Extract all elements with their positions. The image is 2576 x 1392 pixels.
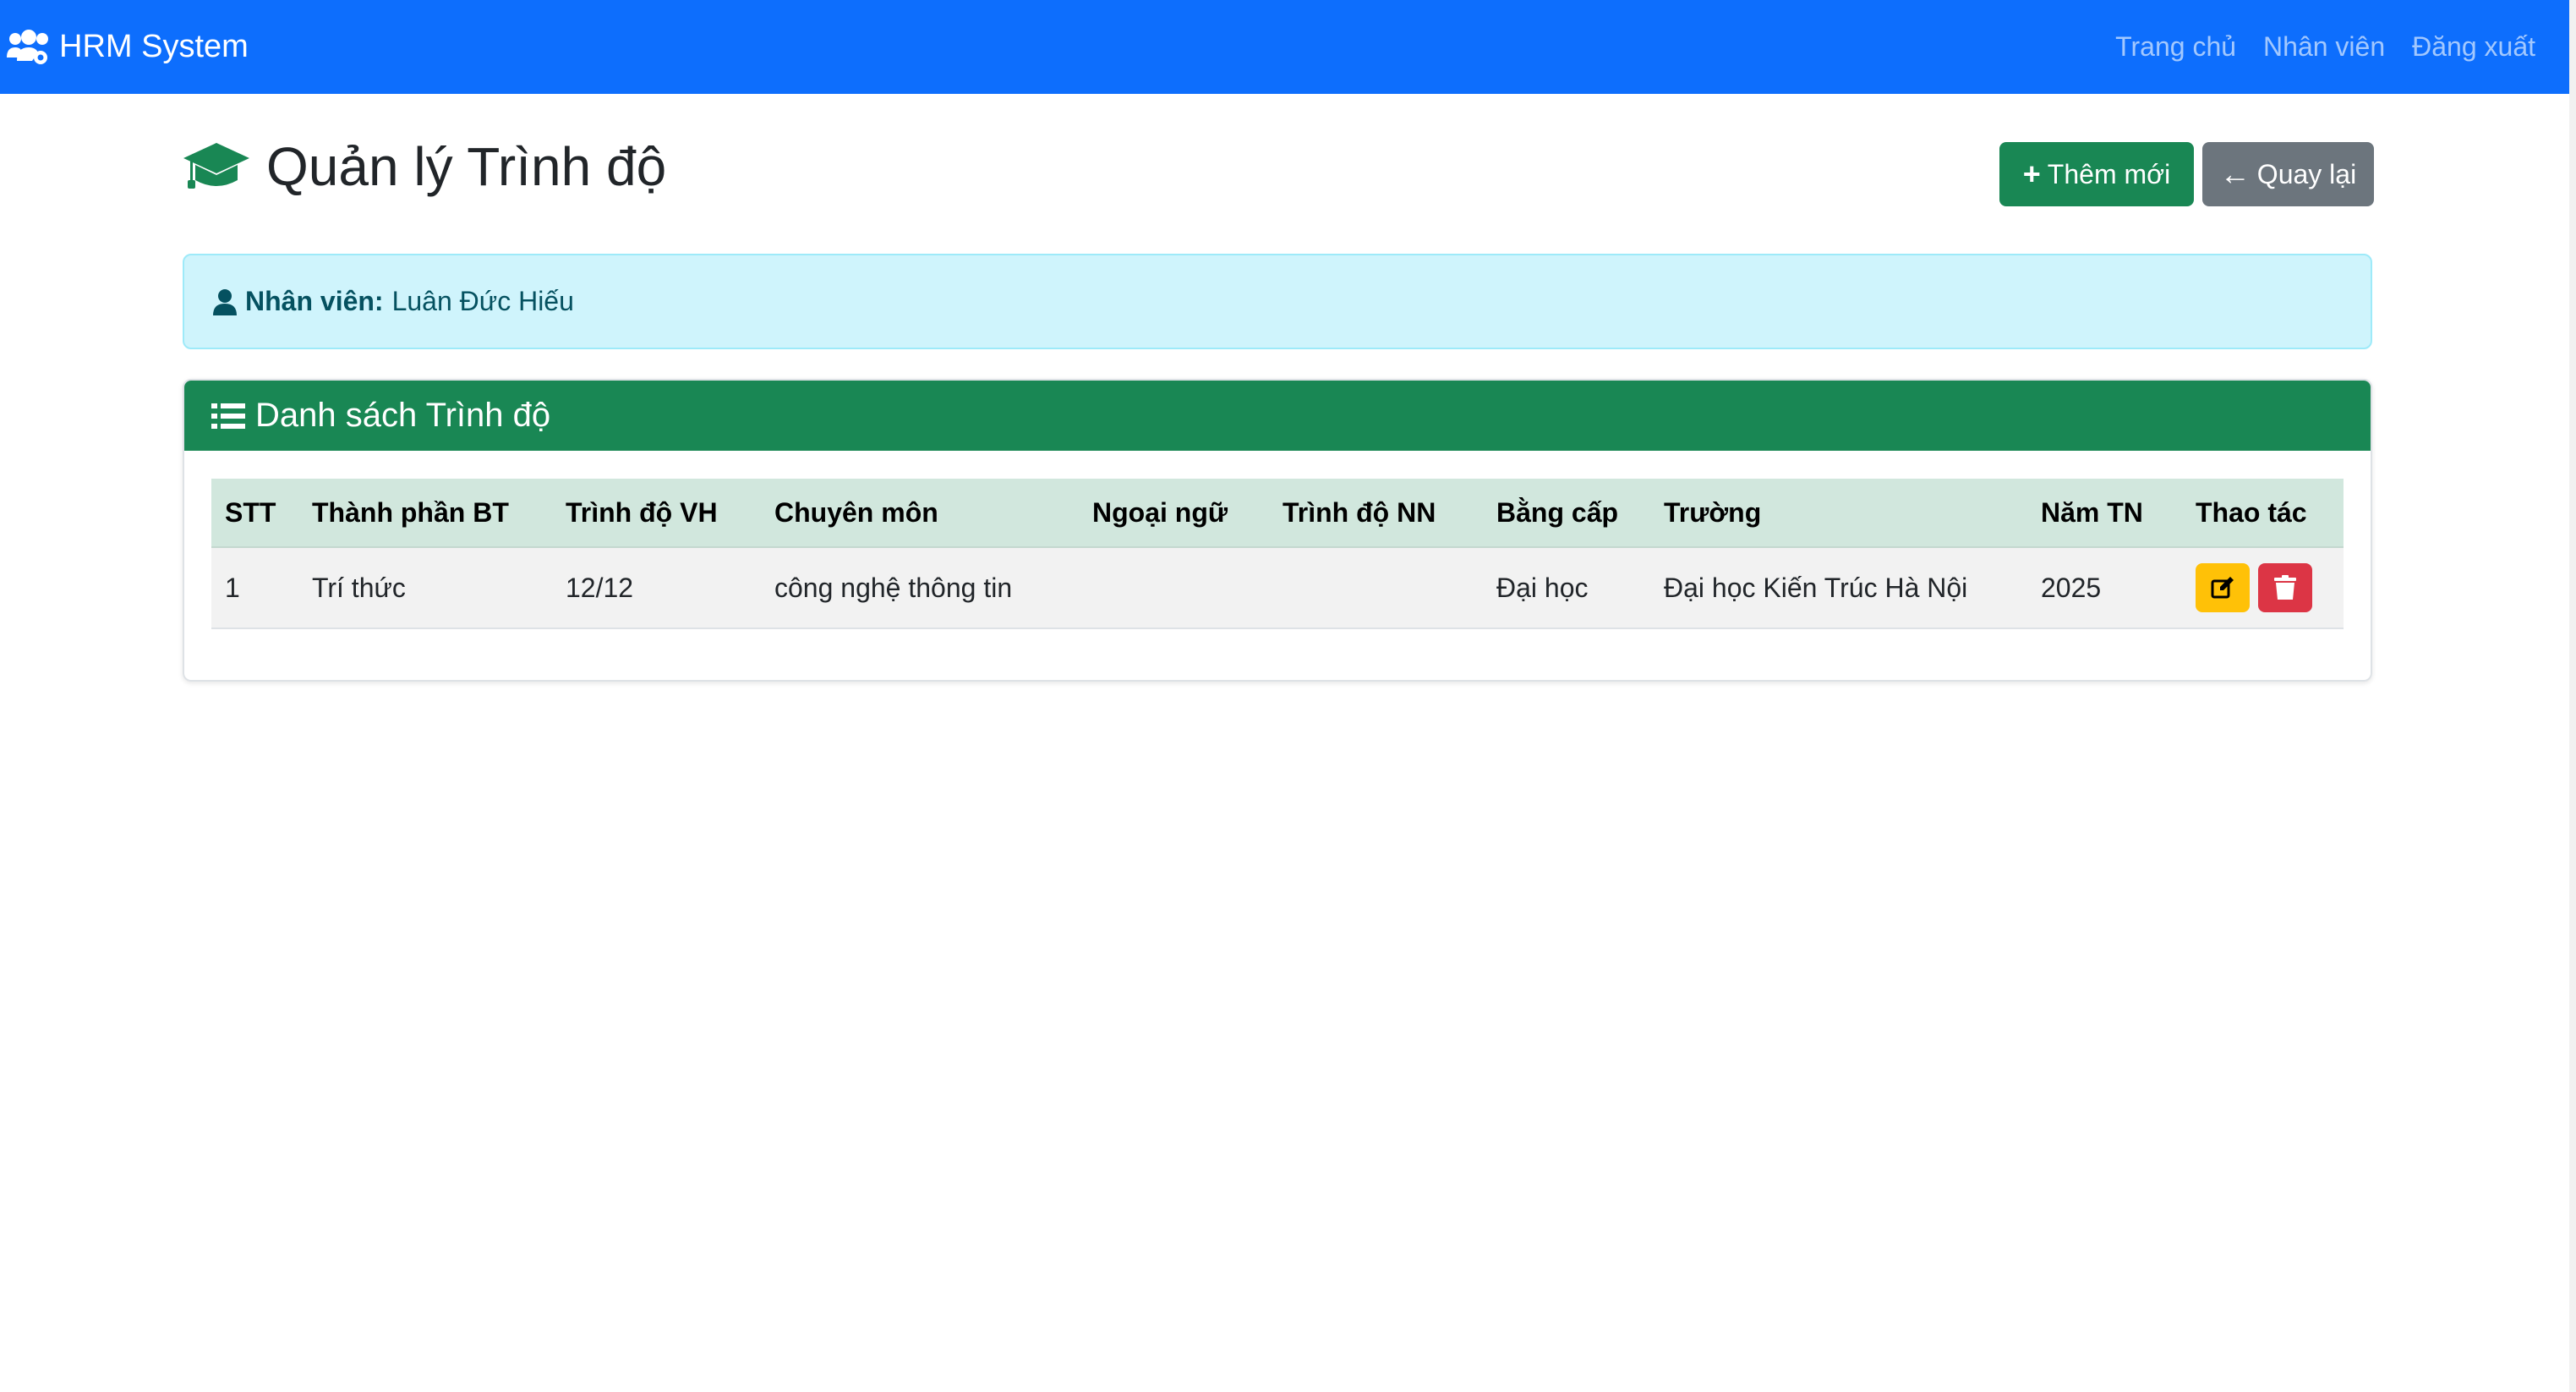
brand-text: HRM System [59,29,249,64]
back-button[interactable]: ← Quay lại [2202,142,2374,206]
cell-truong: Đại học Kiến Trúc Hà Nội [1664,572,1968,603]
employee-name: Luân Đức Hiếu [391,286,574,316]
add-new-label: Thêm mới [2047,158,2171,189]
add-new-button[interactable]: + Thêm mới [1999,142,2194,206]
nav-link-employees[interactable]: Nhân viên [2263,31,2385,63]
col-chuyen-mon: Chuyên môn [774,496,938,528]
users-cog-icon [7,29,48,64]
col-truong: Trường [1664,496,1762,528]
col-nam-tn: Năm TN [2041,496,2143,528]
card-header: Danh sách Trình độ [184,381,2371,451]
cell-nam-tn: 2025 [2041,572,2102,603]
employee-label: Nhân viên: [245,286,384,316]
trash-icon [2274,575,2296,600]
brand-link[interactable]: HRM System [7,0,249,94]
cell-thanh-phan-bt: Trí thức [312,572,406,603]
col-thao-tac: Thao tác [2196,496,2307,528]
col-stt: STT [225,496,276,528]
col-bang-cap: Bằng cấp [1496,496,1619,528]
graduation-cap-icon [183,143,249,189]
edit-icon [2211,577,2234,599]
card-title: Danh sách Trình độ [255,397,551,434]
col-trinh-do-vh: Trình độ VH [566,496,718,528]
qualification-card: Danh sách Trình độ STT Thành phần BT Trì… [183,379,2372,682]
page-header: Quản lý Trình độ [182,135,666,198]
cell-stt: 1 [225,572,240,603]
back-label: Quay lại [2256,158,2357,189]
plus-icon: + [2022,156,2041,191]
arrow-left-icon: ← [2219,156,2251,191]
page-title: Quản lý Trình độ [266,136,667,197]
cell-trinh-do-vh: 12/12 [566,572,634,603]
user-icon [213,288,237,315]
table-row: 1 Trí thức 12/12 công nghệ thông tin Đại… [211,548,2344,629]
nav-links: Trang chủ Nhân viên Đăng xuất [2088,0,2535,94]
scrollbar[interactable] [2569,0,2576,1392]
navbar: HRM System Trang chủ Nhân viên Đăng xuất [0,0,2569,94]
col-thanh-phan-bt: Thành phần BT [312,496,509,528]
cell-bang-cap: Đại học [1496,572,1589,603]
list-icon [211,403,245,429]
edit-button[interactable] [2196,563,2250,612]
employee-info-alert: Nhân viên: Luân Đức Hiếu [183,254,2372,349]
nav-link-logout[interactable]: Đăng xuất [2412,31,2535,63]
col-ngoai-ngu: Ngoại ngữ [1092,496,1228,528]
col-trinh-do-nn: Trình độ NN [1283,496,1436,528]
nav-link-home[interactable]: Trang chủ [2115,31,2236,63]
qualification-table: STT Thành phần BT Trình độ VH Chuyên môn… [211,479,2344,629]
delete-button[interactable] [2258,563,2312,612]
cell-chuyen-mon: công nghệ thông tin [774,572,1013,603]
table-header: STT Thành phần BT Trình độ VH Chuyên môn… [211,479,2344,548]
